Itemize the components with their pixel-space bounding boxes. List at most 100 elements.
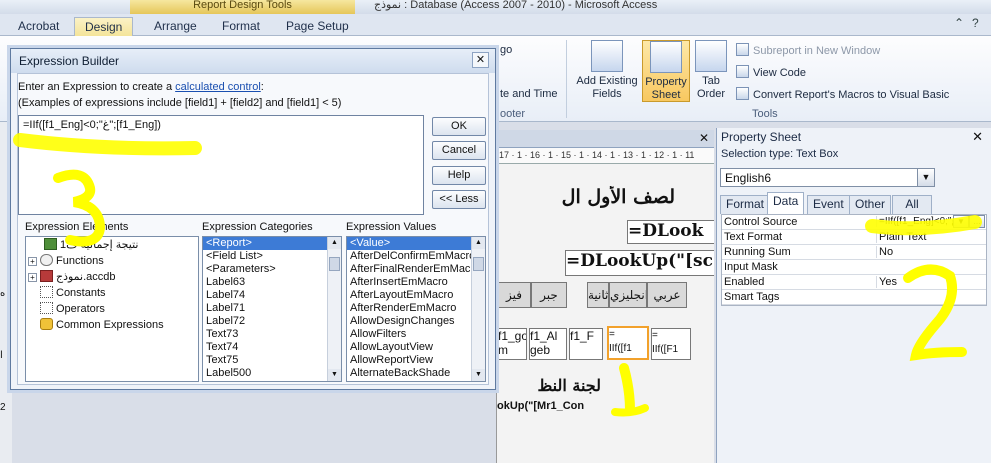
scroll-up-icon[interactable]: ▲ <box>328 237 341 249</box>
report-design-canvas[interactable]: ✕ 17 · 1 · 16 · 1 · 15 · 1 · 14 · 1 · 13… <box>496 130 714 463</box>
add-existing-fields-button[interactable]: Add Existing Fields <box>572 40 642 101</box>
list-item[interactable]: AfterRenderEmMacro <box>347 302 485 315</box>
detail-textbox[interactable]: f1_go m <box>497 328 527 360</box>
list-item[interactable]: AllowReportView <box>347 354 485 367</box>
list-item[interactable]: Label71 <box>203 302 341 315</box>
property-row-control-source[interactable]: Control Source =IIf([f1_Eng]<0;"غ";[f1_E… <box>722 215 986 230</box>
dlookup-textbox[interactable]: =DLook <box>627 220 714 244</box>
list-item[interactable]: <Parameters> <box>203 263 341 276</box>
tab-all[interactable]: All <box>892 195 932 214</box>
list-item[interactable]: Label72 <box>203 315 341 328</box>
english6-textbox[interactable]: = IIf([f1 <box>607 326 649 360</box>
list-item[interactable]: Label500 <box>203 367 341 380</box>
tab-page-setup[interactable]: Page Setup <box>276 17 359 36</box>
list-item[interactable]: <Field List> <box>203 250 341 263</box>
convert-macros-button[interactable]: Convert Report's Macros to Visual Basic <box>736 87 949 101</box>
dlookup-textbox[interactable]: =DLookUp("[sc <box>565 250 714 276</box>
property-row-input-mask[interactable]: Input Mask <box>722 260 986 275</box>
ok-button[interactable]: OK <box>432 117 486 136</box>
close-icon[interactable]: ✕ <box>472 52 489 68</box>
tab-acrobat[interactable]: Acrobat <box>8 17 69 36</box>
expression-categories-list[interactable]: <Report> <Field List> <Parameters> Label… <box>202 236 342 382</box>
property-row-smart-tags[interactable]: Smart Tags <box>722 290 986 305</box>
expand-icon[interactable]: + <box>28 273 37 282</box>
tab-other[interactable]: Other <box>849 195 892 214</box>
tree-item-constants[interactable]: Constants <box>26 285 198 301</box>
report-title-label[interactable]: لصف الأول ال <box>545 186 714 216</box>
tree-item-functions[interactable]: + Functions <box>26 253 198 269</box>
list-item[interactable]: Text75 <box>203 354 341 367</box>
list-item[interactable]: AllowDesignChanges <box>347 315 485 328</box>
tab-design[interactable]: Design <box>74 17 134 36</box>
control-selector-dropdown[interactable]: English6 ▼ <box>720 168 935 187</box>
list-item[interactable]: Label74 <box>203 289 341 302</box>
tree-item-operators[interactable]: Operators <box>26 301 198 317</box>
list-item[interactable]: <Report> <box>203 237 327 250</box>
builder-ellipsis-button[interactable]: … <box>969 215 985 228</box>
expression-elements-tree[interactable]: نتيجة إجمالية ف1 + Functions + نموذج.accdb… <box>25 236 199 382</box>
list-item[interactable]: AllowFilters <box>347 328 485 341</box>
ribbon-partial-go[interactable]: go <box>500 44 512 56</box>
detail-textbox[interactable]: f1_Al geb <box>529 328 567 360</box>
list-item[interactable]: <Value> <box>347 237 471 250</box>
tab-order-button[interactable]: Tab Order <box>692 40 730 101</box>
tab-format[interactable]: Format <box>720 195 771 214</box>
scroll-thumb[interactable] <box>473 257 484 271</box>
scroll-down-icon[interactable]: ▼ <box>472 369 485 381</box>
dropdown-arrow-icon[interactable]: ▼ <box>953 215 969 228</box>
expression-values-list[interactable]: <Value> AfterDelConfirmEmMacro AfterFina… <box>346 236 486 382</box>
list-item[interactable]: Label63 <box>203 276 341 289</box>
cancel-button[interactable]: Cancel <box>432 141 486 160</box>
ribbon-partial-date-time[interactable]: te and Time <box>500 88 557 100</box>
view-code-button[interactable]: View Code <box>736 65 806 79</box>
scroll-up-icon[interactable]: ▲ <box>472 237 485 249</box>
detail-textbox[interactable]: f1_F <box>569 328 603 360</box>
close-document-icon[interactable]: ✕ <box>699 131 709 145</box>
help-button[interactable]: Help <box>432 166 486 185</box>
scrollbar[interactable]: ▲ ▼ <box>471 237 485 381</box>
tab-event[interactable]: Event <box>807 195 850 214</box>
tab-data[interactable]: Data <box>767 192 805 214</box>
list-item[interactable]: AfterDelConfirmEmMacro <box>347 250 485 263</box>
list-item[interactable]: Text73 <box>203 328 341 341</box>
function-icon <box>40 254 53 266</box>
tree-item-report[interactable]: نتيجة إجمالية ف1 <box>26 237 198 253</box>
list-item[interactable]: Text74 <box>203 341 341 354</box>
calculated-control-link[interactable]: calculated control <box>175 81 261 93</box>
expand-icon[interactable]: + <box>28 257 37 266</box>
operators-icon <box>40 302 53 314</box>
list-item[interactable]: AfterFinalRenderEmMacro <box>347 263 485 276</box>
tab-arrange[interactable]: Arrange <box>144 17 207 36</box>
detail-textbox[interactable]: = IIf([F1 <box>651 328 691 360</box>
tree-item-common-expressions[interactable]: Common Expressions <box>26 317 198 333</box>
scroll-thumb[interactable] <box>329 257 340 271</box>
property-row-running-sum[interactable]: Running Sum No <box>722 245 986 260</box>
list-item[interactable]: AlternateBackShade <box>347 367 485 380</box>
header-cell[interactable]: جبر <box>531 282 567 308</box>
tab-format[interactable]: Format <box>212 17 270 36</box>
control-source-value[interactable]: =IIf([f1_Eng]<0;"غ";[f1_Eng]) <box>876 216 954 227</box>
scroll-down-icon[interactable]: ▼ <box>328 369 341 381</box>
subreport-new-window-button[interactable]: Subreport in New Window <box>736 43 880 57</box>
header-cell[interactable]: عربي <box>647 282 687 308</box>
list-item[interactable]: AfterInsertEmMacro <box>347 276 485 289</box>
minimize-ribbon-icon[interactable]: ⌃ <box>954 16 964 30</box>
property-sheet-button[interactable]: Property Sheet <box>642 40 690 102</box>
tree-item-database[interactable]: + نموذج.accdb <box>26 269 198 285</box>
property-row-enabled[interactable]: Enabled Yes <box>722 275 986 290</box>
footer-dlookup-textbox[interactable]: okUp("[Mr1_Con <box>497 400 601 416</box>
header-cell[interactable]: انجليزي <box>609 282 647 308</box>
list-item[interactable]: AllowLayoutView <box>347 341 485 354</box>
footer-label[interactable]: لجنة النظ <box>497 376 601 398</box>
chevron-down-icon[interactable]: ▼ <box>917 169 934 186</box>
help-icon[interactable]: ? <box>972 16 979 30</box>
scrollbar[interactable]: ▲ ▼ <box>327 237 341 381</box>
header-cell[interactable]: لغة ثانية <box>587 282 609 308</box>
list-item[interactable]: AfterLayoutEmMacro <box>347 289 485 302</box>
header-cell[interactable]: فيز <box>497 282 531 308</box>
close-icon[interactable]: ✕ <box>972 129 983 145</box>
property-row-text-format[interactable]: Text Format Plain Text <box>722 230 986 245</box>
less-button[interactable]: << Less <box>432 190 486 209</box>
expression-input[interactable]: =IIf([f1_Eng]<0;"غ";[f1_Eng]) <box>18 115 424 215</box>
convert-macros-icon <box>736 87 749 100</box>
